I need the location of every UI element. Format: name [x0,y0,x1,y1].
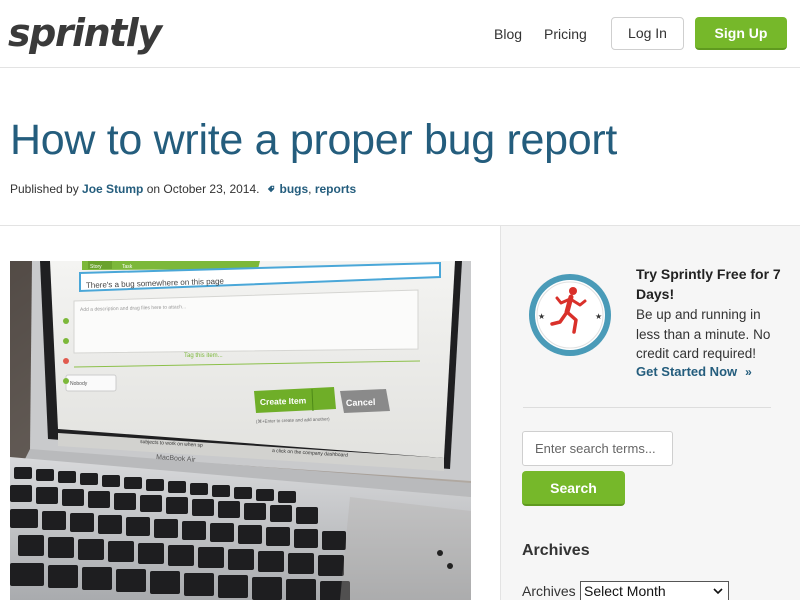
nav-blog-link[interactable]: Blog [494,25,522,43]
screen-assignee: Nobody [70,381,88,387]
screen-cancel-button: Cancel [346,397,376,408]
screen-tag-placeholder: Tag this item... [184,353,223,359]
login-button[interactable]: Log In [611,17,684,50]
site-header: sprintly Blog Pricing Log In Sign Up [0,0,800,68]
screen-tab-story: Story [90,264,102,270]
runner-icon: ★ ★ [529,274,611,356]
get-started-label: Get Started Now [636,364,738,379]
byline-prefix: Published by [10,182,83,196]
sidebar-divider [523,407,771,408]
sidebar: ★ ★ Try Sprintly Free for 7 Days! Be up … [500,226,800,600]
get-started-link[interactable]: Get Started Now » [636,363,752,381]
archives-heading: Archives [522,542,590,559]
byline-date: on October 23, 2014. [143,182,260,196]
screen-create-button: Create Item [260,395,307,407]
nav-pricing-link[interactable]: Pricing [544,25,587,43]
archives-selected-value: Select Month [584,583,666,599]
search-input[interactable] [522,431,673,466]
tag-separator: , [308,182,315,196]
post-title: How to write a proper bug report [10,116,618,164]
svg-text:★: ★ [595,312,602,321]
tag-link-bugs[interactable]: bugs [279,182,308,196]
laptop-photo: Story Task There's a bug somewhere on th… [10,261,471,600]
search-button[interactable]: Search [522,471,625,506]
signup-button[interactable]: Sign Up [695,17,787,50]
archives-label: Archives [522,583,576,599]
promo-title: Try Sprintly Free for 7 Days! [636,266,781,302]
svg-text:★: ★ [538,312,545,321]
post-byline: Published by Joe Stump on October 23, 20… [10,181,356,197]
archives-select[interactable]: Select Month [580,581,729,600]
post-hero-image: Story Task There's a bug somewhere on th… [10,261,471,600]
screen-tab-task: Task [122,264,133,270]
chevron-down-icon [713,588,723,595]
author-link[interactable]: Joe Stump [82,182,143,196]
promo-text: Be up and running in less than a minute.… [636,307,771,361]
sprintly-logo[interactable]: sprintly [8,9,162,57]
tag-icon [268,185,275,193]
tag-link-reports[interactable]: reports [315,182,356,196]
chevron-right-icon: » [745,365,752,379]
